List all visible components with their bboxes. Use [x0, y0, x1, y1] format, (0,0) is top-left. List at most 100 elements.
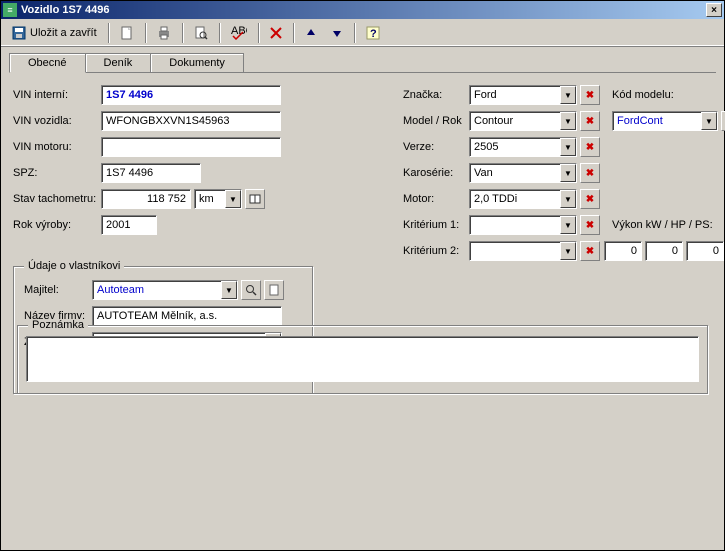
input-hp[interactable] — [645, 241, 683, 261]
label-krit2: Kritérium 2: — [403, 245, 469, 257]
label-stav-tachometru: Stav tachometru: — [13, 193, 101, 205]
tab-dokumenty[interactable]: Dokumenty — [150, 53, 244, 73]
combo-verze[interactable]: 2505 ▼ — [469, 137, 577, 157]
new-doc-icon — [120, 26, 134, 40]
input-vin-interni[interactable] — [101, 85, 281, 105]
book-icon — [249, 193, 261, 205]
chevron-down-icon[interactable]: ▼ — [560, 112, 576, 130]
help-button[interactable]: ? — [361, 22, 385, 44]
lookup-majitel-button[interactable] — [241, 280, 261, 300]
down-button[interactable] — [326, 22, 348, 44]
tab-bar: Obecné Deník Dokumenty — [1, 47, 724, 73]
tab-underline — [9, 72, 716, 73]
owner-group-title: Údaje o vlastníkovi — [24, 260, 124, 272]
combo-kod-modelu[interactable]: FordCont ▼ — [612, 111, 718, 131]
clear-karoserie-button[interactable]: ✖ — [580, 163, 600, 183]
krit1-value — [470, 216, 560, 234]
clear-verze-button[interactable]: ✖ — [580, 137, 600, 157]
preview-button[interactable] — [189, 22, 213, 44]
label-kod-modelu: Kód modelu: — [612, 89, 674, 101]
clear-krit2-button[interactable]: ✖ — [580, 241, 600, 261]
label-vin-interni: VIN interní: — [13, 89, 101, 101]
input-vin-motoru[interactable] — [101, 137, 281, 157]
input-kw[interactable] — [604, 241, 642, 261]
new-majitel-button[interactable] — [264, 280, 284, 300]
svg-text:?: ? — [370, 28, 377, 40]
printer-icon — [157, 26, 171, 40]
tab-obecne[interactable]: Obecné — [9, 53, 86, 73]
separator — [354, 23, 355, 43]
note-group-title: Poznámka — [28, 319, 88, 331]
label-vin-motoru: VIN motoru: — [13, 141, 101, 153]
chevron-down-icon[interactable]: ▼ — [560, 216, 576, 234]
label-rok-vyroby: Rok výroby: — [13, 219, 101, 231]
chevron-down-icon[interactable]: ▼ — [560, 164, 576, 182]
clear-motor-button[interactable]: ✖ — [580, 189, 600, 209]
clear-znacka-button[interactable]: ✖ — [580, 85, 600, 105]
chevron-down-icon[interactable]: ▼ — [560, 242, 576, 260]
label-spz: SPZ: — [13, 167, 101, 179]
input-ps[interactable] — [686, 241, 724, 261]
textarea-note[interactable] — [26, 336, 699, 382]
separator — [145, 23, 146, 43]
input-spz[interactable] — [101, 163, 201, 183]
new-button[interactable] — [115, 22, 139, 44]
clear-kod-button[interactable]: ✖ — [721, 111, 725, 131]
tach-history-button[interactable] — [245, 189, 265, 209]
label-krit1: Kritérium 1: — [403, 219, 469, 231]
separator — [219, 23, 220, 43]
combo-krit1[interactable]: ▼ — [469, 215, 577, 235]
input-nazev-firmy[interactable] — [92, 306, 282, 326]
clear-model-button[interactable]: ✖ — [580, 111, 600, 131]
close-button[interactable]: × — [706, 3, 722, 17]
label-motor: Motor: — [403, 193, 469, 205]
label-vin-vozidla: VIN vozidla: — [13, 115, 101, 127]
delete-button[interactable] — [265, 22, 287, 44]
new-doc-icon — [268, 284, 280, 296]
chevron-down-icon[interactable]: ▼ — [560, 138, 576, 156]
separator — [258, 23, 259, 43]
titlebar: ≡ Vozidlo 1S7 4496 × — [1, 1, 724, 19]
up-button[interactable] — [300, 22, 322, 44]
note-group: Poznámka — [17, 325, 708, 394]
separator — [293, 23, 294, 43]
combo-majitel[interactable]: Autoteam ▼ — [92, 280, 238, 300]
input-vin-vozidla[interactable] — [101, 111, 281, 131]
kod-modelu-value: FordCont — [613, 112, 701, 130]
tab-denik[interactable]: Deník — [85, 53, 152, 73]
chevron-down-icon[interactable]: ▼ — [221, 281, 237, 299]
save-close-button[interactable]: Uložit a zavřít — [7, 22, 102, 44]
combo-krit2[interactable]: ▼ — [469, 241, 577, 261]
clear-krit1-button[interactable]: ✖ — [580, 215, 600, 235]
label-verze: Verze: — [403, 141, 469, 153]
chevron-down-icon[interactable]: ▼ — [560, 190, 576, 208]
krit2-value — [470, 242, 560, 260]
verze-value: 2505 — [470, 138, 560, 156]
combo-tach-unit[interactable]: km ▼ — [194, 189, 242, 209]
window: ≡ Vozidlo 1S7 4496 × Uložit a zavřít ABC — [0, 0, 725, 551]
chevron-down-icon[interactable]: ▼ — [225, 190, 241, 208]
label-model: Model / Rok — [403, 115, 469, 127]
znacka-value: Ford — [470, 86, 560, 104]
label-vykon: Výkon kW / HP / PS: — [612, 219, 713, 231]
separator — [182, 23, 183, 43]
spellcheck-button[interactable]: ABC — [226, 22, 252, 44]
chevron-down-icon[interactable]: ▼ — [560, 86, 576, 104]
toolbar: Uložit a zavřít ABC ? — [1, 19, 724, 47]
combo-znacka[interactable]: Ford ▼ — [469, 85, 577, 105]
save-close-label: Uložit a zavřít — [30, 27, 97, 39]
chevron-down-icon[interactable]: ▼ — [701, 112, 717, 130]
spellcheck-icon: ABC — [231, 26, 247, 40]
input-rok[interactable] — [101, 215, 157, 235]
arrow-up-icon — [305, 27, 317, 39]
print-button[interactable] — [152, 22, 176, 44]
label-karoserie: Karosérie: — [403, 167, 469, 179]
combo-motor[interactable]: 2,0 TDDi ▼ — [469, 189, 577, 209]
input-tachometr[interactable] — [101, 189, 191, 209]
magnifier-doc-icon — [194, 26, 208, 40]
magnifier-icon — [245, 284, 257, 296]
window-icon: ≡ — [3, 3, 17, 17]
window-title: Vozidlo 1S7 4496 — [21, 4, 109, 16]
combo-karoserie[interactable]: Van ▼ — [469, 163, 577, 183]
combo-model[interactable]: Contour ▼ — [469, 111, 577, 131]
